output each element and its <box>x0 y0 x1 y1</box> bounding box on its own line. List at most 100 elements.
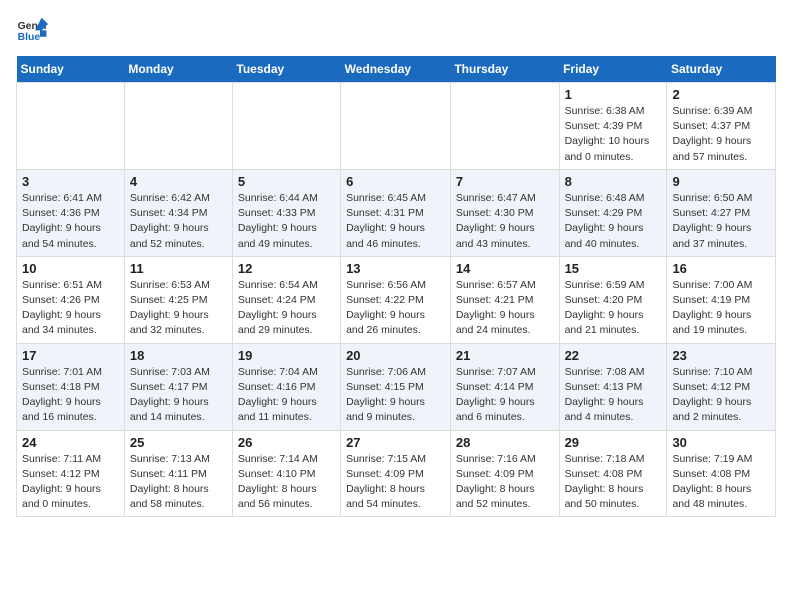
day-number: 13 <box>346 261 445 276</box>
calendar-cell: 21 Sunrise: 7:07 AM Sunset: 4:14 PM Dayli… <box>450 343 559 430</box>
day-info: Sunrise: 7:06 AM Sunset: 4:15 PM Dayligh… <box>346 365 445 426</box>
calendar-cell: 6 Sunrise: 6:45 AM Sunset: 4:31 PM Daylig… <box>341 169 451 256</box>
day-number: 8 <box>565 174 662 189</box>
day-info: Sunrise: 7:19 AM Sunset: 4:08 PM Dayligh… <box>672 452 770 513</box>
calendar-cell <box>124 83 232 170</box>
day-number: 17 <box>22 348 119 363</box>
day-number: 26 <box>238 435 335 450</box>
day-info: Sunrise: 7:00 AM Sunset: 4:19 PM Dayligh… <box>672 278 770 339</box>
page-header: General Blue <box>16 16 776 44</box>
day-info: Sunrise: 6:39 AM Sunset: 4:37 PM Dayligh… <box>672 104 770 165</box>
calendar-cell: 29 Sunrise: 7:18 AM Sunset: 4:08 PM Dayli… <box>559 430 667 517</box>
day-number: 14 <box>456 261 554 276</box>
calendar-cell: 1 Sunrise: 6:38 AM Sunset: 4:39 PM Daylig… <box>559 83 667 170</box>
day-info: Sunrise: 6:51 AM Sunset: 4:26 PM Dayligh… <box>22 278 119 339</box>
day-number: 25 <box>130 435 227 450</box>
day-number: 9 <box>672 174 770 189</box>
calendar-cell: 12 Sunrise: 6:54 AM Sunset: 4:24 PM Dayli… <box>232 256 340 343</box>
day-number: 29 <box>565 435 662 450</box>
day-number: 4 <box>130 174 227 189</box>
day-info: Sunrise: 7:04 AM Sunset: 4:16 PM Dayligh… <box>238 365 335 426</box>
day-number: 11 <box>130 261 227 276</box>
weekday-header-saturday: Saturday <box>667 56 776 83</box>
day-info: Sunrise: 7:11 AM Sunset: 4:12 PM Dayligh… <box>22 452 119 513</box>
weekday-header-thursday: Thursday <box>450 56 559 83</box>
weekday-header-monday: Monday <box>124 56 232 83</box>
day-info: Sunrise: 7:18 AM Sunset: 4:08 PM Dayligh… <box>565 452 662 513</box>
calendar-cell: 13 Sunrise: 6:56 AM Sunset: 4:22 PM Dayli… <box>341 256 451 343</box>
calendar-cell: 25 Sunrise: 7:13 AM Sunset: 4:11 PM Dayli… <box>124 430 232 517</box>
day-info: Sunrise: 7:16 AM Sunset: 4:09 PM Dayligh… <box>456 452 554 513</box>
calendar-cell: 10 Sunrise: 6:51 AM Sunset: 4:26 PM Dayli… <box>17 256 125 343</box>
svg-text:Blue: Blue <box>18 32 41 43</box>
day-number: 24 <box>22 435 119 450</box>
day-info: Sunrise: 6:45 AM Sunset: 4:31 PM Dayligh… <box>346 191 445 252</box>
day-number: 21 <box>456 348 554 363</box>
day-number: 16 <box>672 261 770 276</box>
day-number: 28 <box>456 435 554 450</box>
calendar-cell: 3Sunrise: 6:41 AM Sunset: 4:36 PM Daylig… <box>17 169 125 256</box>
day-info: Sunrise: 7:14 AM Sunset: 4:10 PM Dayligh… <box>238 452 335 513</box>
day-number: 20 <box>346 348 445 363</box>
weekday-header-sunday: Sunday <box>17 56 125 83</box>
day-info: Sunrise: 6:56 AM Sunset: 4:22 PM Dayligh… <box>346 278 445 339</box>
day-number: 2 <box>672 87 770 102</box>
day-info: Sunrise: 6:42 AM Sunset: 4:34 PM Dayligh… <box>130 191 227 252</box>
calendar-cell <box>341 83 451 170</box>
day-number: 5 <box>238 174 335 189</box>
calendar-cell: 14 Sunrise: 6:57 AM Sunset: 4:21 PM Dayli… <box>450 256 559 343</box>
day-number: 19 <box>238 348 335 363</box>
logo-icon: General Blue <box>16 16 48 44</box>
day-number: 30 <box>672 435 770 450</box>
weekday-header-friday: Friday <box>559 56 667 83</box>
calendar-cell: 8Sunrise: 6:48 AM Sunset: 4:29 PM Daylig… <box>559 169 667 256</box>
calendar-cell: 26 Sunrise: 7:14 AM Sunset: 4:10 PM Dayli… <box>232 430 340 517</box>
day-info: Sunrise: 6:53 AM Sunset: 4:25 PM Dayligh… <box>130 278 227 339</box>
calendar-cell <box>450 83 559 170</box>
calendar-cell: 5 Sunrise: 6:44 AM Sunset: 4:33 PM Daylig… <box>232 169 340 256</box>
calendar-cell: 9Sunrise: 6:50 AM Sunset: 4:27 PM Daylig… <box>667 169 776 256</box>
logo: General Blue <box>16 16 48 44</box>
day-number: 18 <box>130 348 227 363</box>
calendar-cell: 4 Sunrise: 6:42 AM Sunset: 4:34 PM Daylig… <box>124 169 232 256</box>
calendar-cell: 19 Sunrise: 7:04 AM Sunset: 4:16 PM Dayli… <box>232 343 340 430</box>
day-number: 12 <box>238 261 335 276</box>
calendar-cell: 15 Sunrise: 6:59 AM Sunset: 4:20 PM Dayli… <box>559 256 667 343</box>
calendar-cell: 30 Sunrise: 7:19 AM Sunset: 4:08 PM Dayli… <box>667 430 776 517</box>
calendar-cell: 11 Sunrise: 6:53 AM Sunset: 4:25 PM Dayli… <box>124 256 232 343</box>
calendar-cell: 28 Sunrise: 7:16 AM Sunset: 4:09 PM Dayli… <box>450 430 559 517</box>
day-number: 23 <box>672 348 770 363</box>
day-number: 1 <box>565 87 662 102</box>
day-info: Sunrise: 6:38 AM Sunset: 4:39 PM Dayligh… <box>565 104 662 165</box>
day-info: Sunrise: 6:59 AM Sunset: 4:20 PM Dayligh… <box>565 278 662 339</box>
calendar-cell: 20 Sunrise: 7:06 AM Sunset: 4:15 PM Dayli… <box>341 343 451 430</box>
day-number: 27 <box>346 435 445 450</box>
day-info: Sunrise: 7:01 AM Sunset: 4:18 PM Dayligh… <box>22 365 119 426</box>
day-number: 15 <box>565 261 662 276</box>
day-info: Sunrise: 7:08 AM Sunset: 4:13 PM Dayligh… <box>565 365 662 426</box>
calendar-cell: 7 Sunrise: 6:47 AM Sunset: 4:30 PM Daylig… <box>450 169 559 256</box>
calendar-cell: 23 Sunrise: 7:10 AM Sunset: 4:12 PM Dayli… <box>667 343 776 430</box>
day-info: Sunrise: 6:54 AM Sunset: 4:24 PM Dayligh… <box>238 278 335 339</box>
day-number: 6 <box>346 174 445 189</box>
day-number: 3 <box>22 174 119 189</box>
day-number: 22 <box>565 348 662 363</box>
weekday-header-wednesday: Wednesday <box>341 56 451 83</box>
day-info: Sunrise: 7:07 AM Sunset: 4:14 PM Dayligh… <box>456 365 554 426</box>
day-number: 7 <box>456 174 554 189</box>
calendar-cell <box>17 83 125 170</box>
calendar-cell: 22 Sunrise: 7:08 AM Sunset: 4:13 PM Dayli… <box>559 343 667 430</box>
day-info: Sunrise: 6:44 AM Sunset: 4:33 PM Dayligh… <box>238 191 335 252</box>
calendar-cell: 2 Sunrise: 6:39 AM Sunset: 4:37 PM Daylig… <box>667 83 776 170</box>
day-number: 10 <box>22 261 119 276</box>
day-info: Sunrise: 6:57 AM Sunset: 4:21 PM Dayligh… <box>456 278 554 339</box>
day-info: Sunrise: 7:10 AM Sunset: 4:12 PM Dayligh… <box>672 365 770 426</box>
calendar-cell: 18 Sunrise: 7:03 AM Sunset: 4:17 PM Dayli… <box>124 343 232 430</box>
calendar-table: SundayMondayTuesdayWednesdayThursdayFrid… <box>16 56 776 517</box>
calendar-cell: 17 Sunrise: 7:01 AM Sunset: 4:18 PM Dayli… <box>17 343 125 430</box>
day-info: Sunrise: 7:15 AM Sunset: 4:09 PM Dayligh… <box>346 452 445 513</box>
day-info: Sunrise: 7:13 AM Sunset: 4:11 PM Dayligh… <box>130 452 227 513</box>
day-info: Sunrise: 6:47 AM Sunset: 4:30 PM Dayligh… <box>456 191 554 252</box>
day-info: Sunrise: 7:03 AM Sunset: 4:17 PM Dayligh… <box>130 365 227 426</box>
calendar-cell: 16 Sunrise: 7:00 AM Sunset: 4:19 PM Dayli… <box>667 256 776 343</box>
